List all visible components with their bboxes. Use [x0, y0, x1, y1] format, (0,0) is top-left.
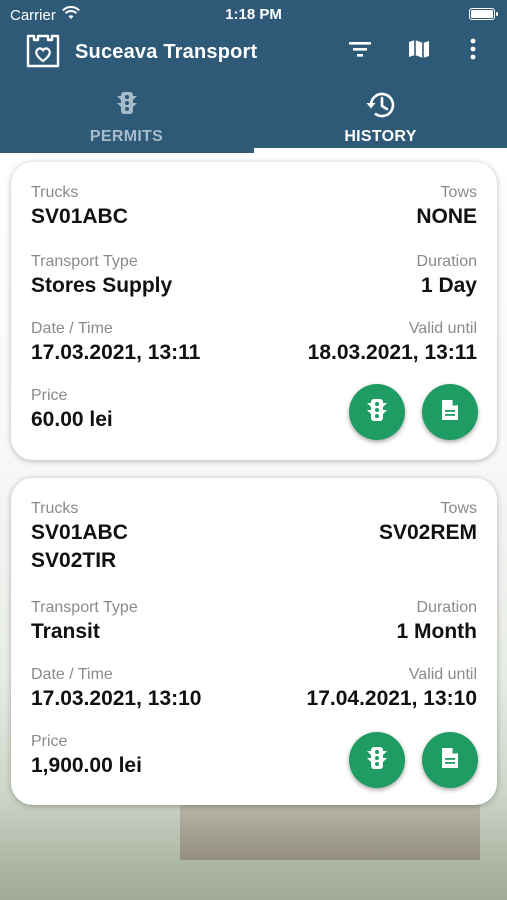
truck-plate: SV02TIR	[31, 549, 117, 572]
price-value: 60.00 lei	[31, 408, 113, 431]
document-button[interactable]	[422, 732, 478, 788]
tab-history[interactable]: HISTORY	[254, 84, 507, 153]
valid-until-field: Valid until 18.03.2021, 13:11	[308, 319, 477, 367]
date-time-field: Date / Time 17.03.2021, 13:11	[31, 319, 200, 367]
valid-until-label: Valid until	[408, 666, 477, 683]
map-button[interactable]	[404, 36, 434, 66]
document-button[interactable]	[422, 384, 478, 440]
traffic-light-icon	[365, 744, 389, 777]
tows-field: Tows SV02REM	[379, 499, 477, 547]
tab-indicator	[254, 148, 507, 153]
tows-field: Tows NONE	[416, 183, 477, 231]
filter-icon	[348, 39, 372, 64]
duration-field: Duration 1 Day	[417, 252, 477, 300]
permit-card[interactable]: Trucks SV01ABC Tows NONE Transport Type …	[11, 162, 497, 460]
status-bar: Carrier 1:18 PM	[0, 0, 507, 28]
trucks-label: Trucks	[31, 500, 79, 517]
view-permit-button[interactable]	[349, 384, 405, 440]
price-label: Price	[31, 733, 68, 750]
transport-type-field: Transport Type Transit	[31, 598, 138, 646]
status-time: 1:18 PM	[225, 6, 282, 23]
transport-type-field: Transport Type Stores Supply	[31, 252, 172, 300]
battery-icon	[469, 8, 498, 20]
price-field: Price 60.00 lei	[31, 386, 113, 434]
date-time-value: 17.03.2021, 13:11	[31, 341, 201, 364]
date-time-field: Date / Time 17.03.2021, 13:10	[31, 665, 201, 713]
valid-until-field: Valid until 17.04.2021, 13:10	[307, 665, 477, 713]
app-bar: Suceava Transport	[0, 30, 507, 76]
tow-value: SV02REM	[378, 521, 477, 544]
traffic-light-icon	[365, 396, 389, 429]
tab-bar: PERMITS HISTORY	[0, 84, 507, 153]
tab-permits[interactable]: PERMITS	[0, 84, 253, 153]
transport-type-value: Transit	[31, 620, 100, 643]
valid-until-value: 17.04.2021, 13:10	[306, 687, 477, 710]
transport-type-label: Transport Type	[31, 253, 138, 270]
price-value: 1,900.00 lei	[31, 754, 142, 777]
document-icon	[440, 746, 460, 775]
document-icon	[440, 398, 460, 427]
tows-label: Tows	[440, 500, 477, 517]
fortress-heart-logo-icon	[24, 32, 62, 70]
date-time-value: 17.03.2021, 13:10	[31, 687, 202, 710]
duration-label: Duration	[416, 253, 477, 270]
tows-label: Tows	[440, 184, 477, 201]
truck-plate: SV01ABC	[31, 521, 128, 544]
date-time-label: Date / Time	[31, 666, 113, 683]
tab-history-label: HISTORY	[344, 128, 417, 145]
tab-permits-label: PERMITS	[89, 128, 164, 145]
app-title: Suceava Transport	[75, 41, 258, 63]
tow-value: NONE	[416, 205, 477, 228]
trucks-field: Trucks SV01ABC SV02TIR	[31, 499, 128, 575]
valid-until-value: 18.03.2021, 13:11	[307, 341, 477, 364]
duration-value: 1 Day	[420, 274, 477, 297]
app-header: Carrier 1:18 PM Suceava Transport PERMIT…	[0, 0, 507, 153]
price-label: Price	[31, 387, 68, 404]
duration-value: 1 Month	[396, 620, 477, 643]
transport-type-label: Transport Type	[31, 599, 138, 616]
date-time-label: Date / Time	[31, 320, 113, 337]
transport-type-value: Stores Supply	[31, 274, 173, 297]
more-vert-icon	[470, 38, 476, 65]
price-field: Price 1,900.00 lei	[31, 732, 142, 780]
duration-field: Duration 1 Month	[397, 598, 477, 646]
map-icon	[407, 37, 431, 66]
trucks-field: Trucks SV01ABC	[31, 183, 128, 231]
filter-button[interactable]	[345, 36, 375, 66]
view-permit-button[interactable]	[349, 732, 405, 788]
trucks-label: Trucks	[31, 184, 79, 201]
traffic-light-icon	[0, 88, 253, 118]
truck-plate: SV01ABC	[31, 205, 128, 228]
more-button[interactable]	[458, 36, 488, 66]
permit-card[interactable]: Trucks SV01ABC SV02TIR Tows SV02REM Tran…	[11, 478, 497, 805]
background-fortress	[180, 800, 480, 860]
history-icon	[254, 88, 507, 122]
valid-until-label: Valid until	[408, 320, 477, 337]
duration-label: Duration	[416, 599, 477, 616]
